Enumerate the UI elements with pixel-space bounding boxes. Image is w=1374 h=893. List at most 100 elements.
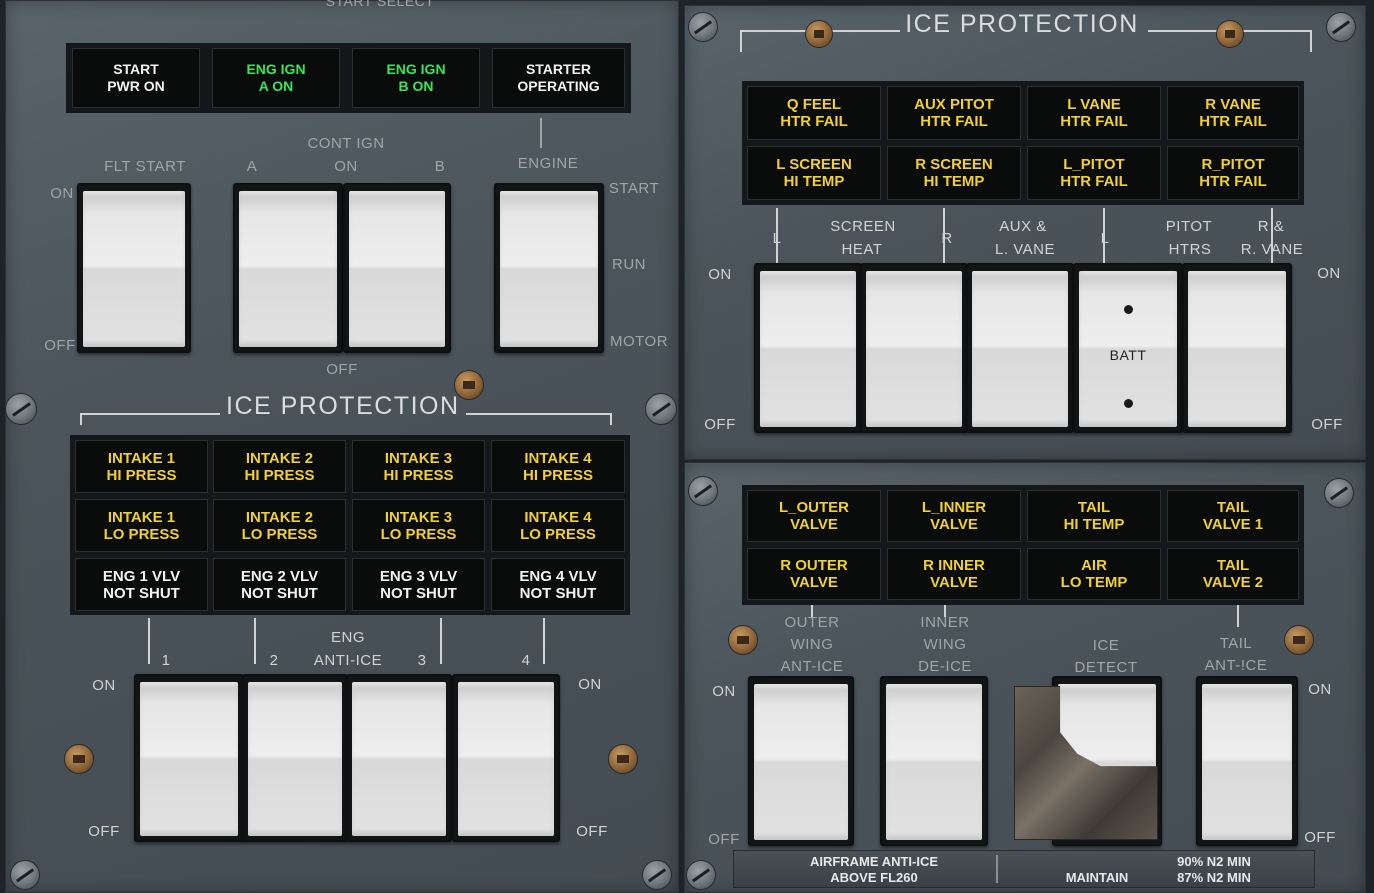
- eng-2-label: 2: [269, 652, 279, 669]
- annun-line2: HI TEMP: [923, 173, 985, 190]
- eng2-anti-ice-rocker[interactable]: [248, 682, 342, 836]
- annun-line2: LO PRESS: [380, 525, 457, 543]
- annun-line2: NOT SHUT: [241, 584, 318, 602]
- eng3-vlv-not-shut-light: ENG 3 VLV NOT SHUT: [352, 558, 485, 611]
- inner-label-2: WING: [923, 636, 967, 653]
- intake1-lo-press-light: INTAKE 1 LO PRESS: [75, 499, 208, 552]
- ign-off-mid-label: OFF: [326, 361, 358, 378]
- eng3-anti-ice-rocker[interactable]: [352, 682, 446, 836]
- aux-l-vane-switch[interactable]: [966, 263, 1074, 433]
- intake4-lo-press-light: INTAKE 4 LO PRESS: [491, 499, 625, 552]
- r-ice-title-tick-b: [1310, 30, 1312, 52]
- l-screen-heat-switch[interactable]: [754, 263, 862, 433]
- tail-anti-ice-rocker[interactable]: [1202, 684, 1292, 840]
- engine-start-switch[interactable]: [494, 183, 604, 353]
- l-inner-valve-light: L_INNER VALVE: [887, 490, 1021, 542]
- eng4-anti-ice-switch[interactable]: [452, 674, 560, 842]
- motor-pos-label: MOTOR: [609, 333, 669, 350]
- annun-line2: LO TEMP: [1060, 574, 1128, 591]
- airframe-anti-ice-placard: AIRFRAME ANTI-ICE ABOVE FL260 MAINTAIN 9…: [733, 850, 1315, 888]
- start-pwr-on-light: START PWR ON: [72, 48, 200, 108]
- annun-line1: TAIL: [1077, 499, 1111, 516]
- annun-line2: HI TEMP: [1063, 516, 1125, 533]
- af-on-left-label: ON: [712, 683, 736, 700]
- r-pitot-r-vane-rocker[interactable]: [1188, 271, 1286, 427]
- outer-label-3: ANT-ICE: [780, 658, 844, 675]
- right-ice-protection-title: ICE PROTECTION: [905, 10, 1139, 38]
- cont-ign-a-switch[interactable]: [233, 183, 343, 353]
- annun-line2: HTR FAIL: [1060, 173, 1128, 190]
- l-screen-heat-rocker[interactable]: [760, 271, 856, 427]
- intake2-lo-press-light: INTAKE 2 LO PRESS: [213, 499, 346, 552]
- flt-start-rocker[interactable]: [83, 191, 185, 347]
- cont-ign-b-rocker[interactable]: [349, 191, 445, 347]
- annun-line1: Q FEEL: [786, 96, 842, 113]
- af-off-right-label: OFF: [1304, 829, 1336, 846]
- cont-ign-b-switch[interactable]: [343, 183, 451, 353]
- eng4-anti-ice-rocker[interactable]: [458, 682, 554, 836]
- annun-line2: HI PRESS: [522, 466, 594, 484]
- intake3-lo-press-light: INTAKE 3 LO PRESS: [352, 499, 485, 552]
- annun-line1: INTAKE 2: [245, 449, 314, 467]
- heat-off-right-label: OFF: [1311, 416, 1343, 433]
- r-amp-label: R &: [1257, 218, 1285, 235]
- engine-connector-line: [540, 118, 542, 148]
- r-ice-title-tick-a: [740, 30, 742, 52]
- annun-line2: VALVE: [930, 516, 978, 533]
- batt-label: BATT: [1109, 347, 1147, 363]
- r-screen-heat-switch[interactable]: [860, 263, 968, 433]
- tail-anti-ice-switch[interactable]: [1196, 676, 1298, 846]
- annun-line1: R OUTER: [780, 557, 848, 574]
- tail-tick: [1237, 605, 1239, 627]
- annun-line1: ENG 1 VLV: [102, 567, 181, 585]
- eng3-anti-ice-switch[interactable]: [346, 674, 452, 842]
- l-screen-hi-temp-light: L SCREEN HI TEMP: [747, 146, 881, 200]
- inner-wing-de-ice-switch[interactable]: [880, 676, 988, 846]
- annun-line1: TAIL: [1216, 557, 1250, 574]
- annun-line2: HI TEMP: [783, 173, 845, 190]
- annun-line1: ENG 2 VLV: [240, 567, 319, 585]
- screw-icon: [805, 20, 833, 48]
- ign-on-label: ON: [334, 158, 358, 175]
- eng2-anti-ice-switch[interactable]: [242, 674, 348, 842]
- screw-icon: [5, 393, 37, 425]
- outer-wing-anti-ice-rocker[interactable]: [754, 684, 848, 840]
- r-screen-heat-rocker[interactable]: [866, 271, 962, 427]
- eng2-bracket: [254, 618, 256, 664]
- starter-operating-light: STARTER OPERATING: [492, 48, 625, 108]
- eng-3-label: 3: [417, 652, 427, 669]
- annun-line2: B ON: [398, 78, 434, 94]
- outer-label-1: OUTER: [784, 614, 840, 631]
- annun-line2: HTR FAIL: [920, 113, 988, 130]
- annun-line2: VALVE 2: [1202, 574, 1264, 591]
- screw-icon: [454, 370, 484, 400]
- engine-start-rocker[interactable]: [500, 191, 598, 347]
- screw-icon: [728, 625, 758, 655]
- inner-wing-de-ice-rocker[interactable]: [886, 684, 982, 840]
- flt-start-switch[interactable]: [77, 183, 191, 353]
- annun-line2: NOT SHUT: [519, 584, 597, 602]
- annun-line1: INTAKE 4: [524, 508, 592, 526]
- aux-l-vane-rocker[interactable]: [972, 271, 1068, 427]
- annun-line2: LO PRESS: [241, 525, 318, 543]
- eng1-anti-ice-switch[interactable]: [134, 674, 244, 842]
- screw-icon: [1326, 12, 1356, 42]
- eng4-vlv-not-shut-light: ENG 4 VLV NOT SHUT: [491, 558, 625, 611]
- annun-line1: STARTER: [525, 61, 592, 77]
- l-pitot-htr-fail-light: L_PITOT HTR FAIL: [1027, 146, 1161, 200]
- af-off-left-label: OFF: [708, 831, 740, 848]
- aux-pitot-htr-fail-light: AUX PITOT HTR FAIL: [887, 86, 1021, 140]
- af-on-right-label: ON: [1308, 681, 1332, 698]
- eng1-anti-ice-rocker[interactable]: [140, 682, 238, 836]
- screw-icon: [688, 12, 718, 42]
- screw-icon: [645, 393, 677, 425]
- placard-divider: [996, 855, 998, 883]
- ign-on-left-label: ON: [50, 185, 74, 202]
- ign-b-label: B: [434, 158, 446, 175]
- placard-maintain: MAINTAIN: [1065, 870, 1129, 885]
- r-pitot-r-vane-switch[interactable]: [1182, 263, 1292, 433]
- l-pitot-batt-switch[interactable]: BATT: [1073, 263, 1183, 433]
- batt-dot-top: [1124, 305, 1133, 314]
- cont-ign-a-rocker[interactable]: [239, 191, 337, 347]
- outer-wing-anti-ice-switch[interactable]: [748, 676, 854, 846]
